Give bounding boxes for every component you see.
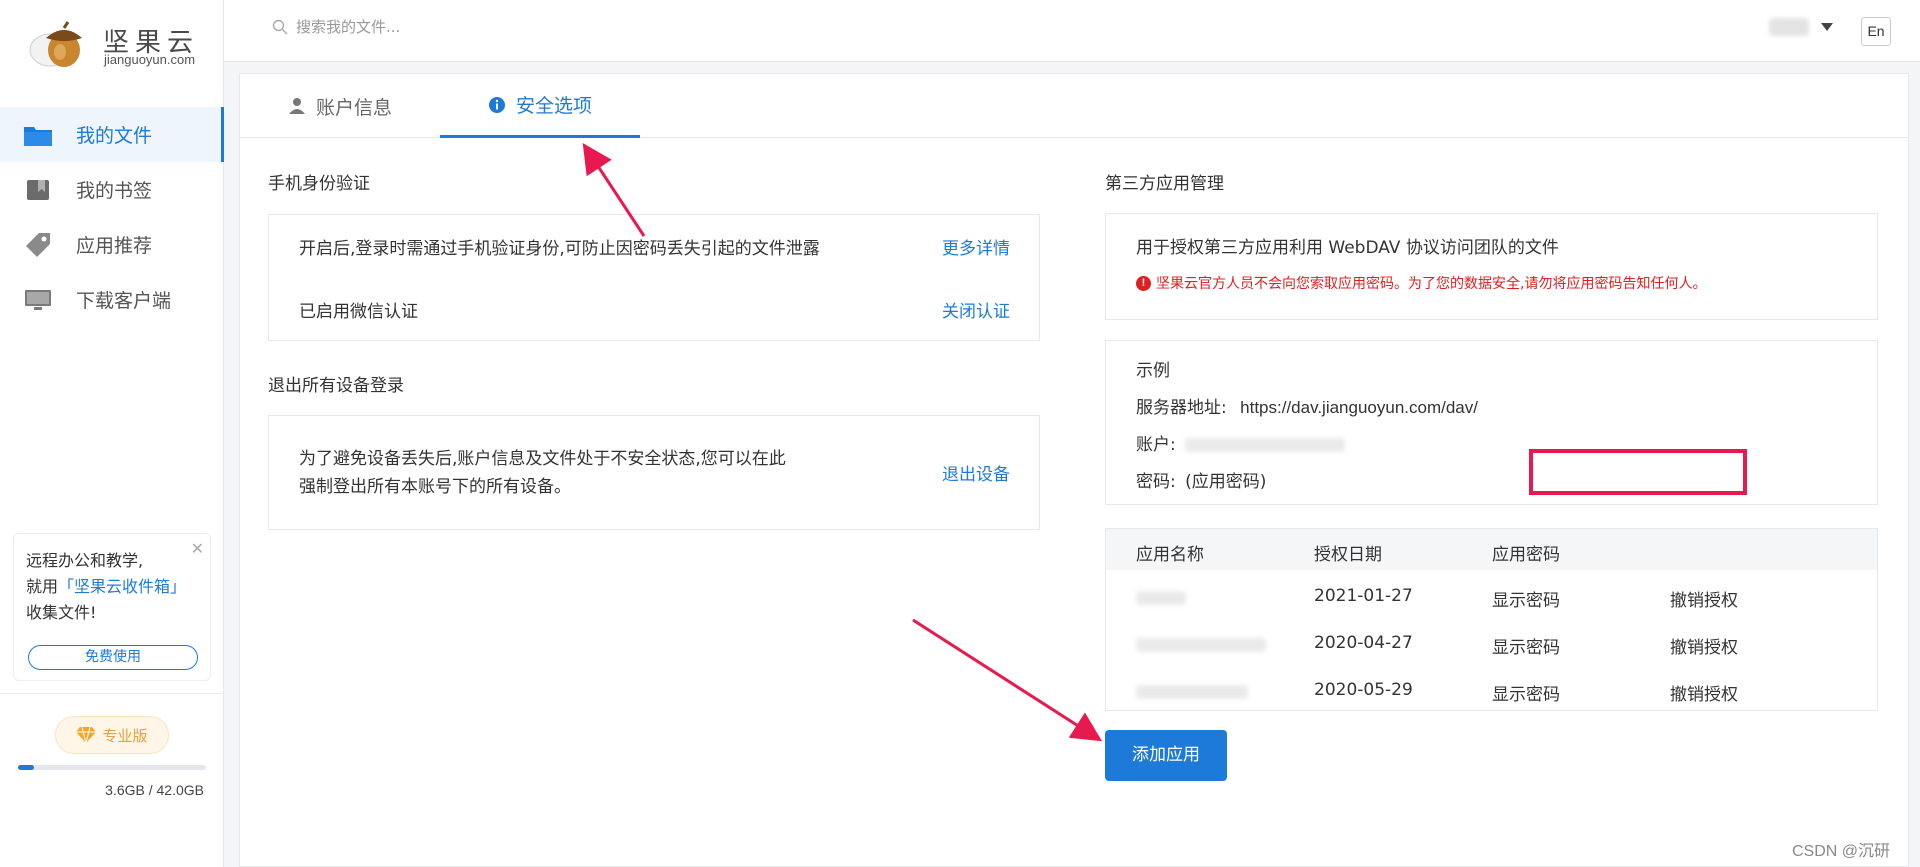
revoke-auth-link[interactable]: 撤销授权 <box>1670 680 1738 705</box>
phone-auth-box: 开启后,登录时需通过手机验证身份,可防止因密码丢失引起的文件泄露 更多详情 已启… <box>268 214 1040 341</box>
third-party-desc-box: 用于授权第三方应用利用 WebDAV 协议访问团队的文件 ! 坚果云官方人员不会… <box>1105 213 1878 320</box>
logo[interactable]: 坚果云 jianguoyun.com <box>28 18 208 74</box>
server-address-row: 服务器地址: https://dav.jianguoyun.com/dav/ <box>1136 398 1478 418</box>
third-party-title: 第三方应用管理 <box>1105 174 1224 194</box>
promo-line1: 远程办公和教学, <box>26 551 144 570</box>
password-row: 密码: (应用密码) <box>1136 472 1267 492</box>
sidebar-divider <box>0 693 224 694</box>
app-name-redacted <box>1136 685 1248 699</box>
user-icon <box>288 98 305 114</box>
security-warning: ! 坚果云官方人员不会向您索取应用密码。为了您的数据安全,请勿将应用密码告知任何… <box>1136 273 1706 293</box>
show-password-link[interactable]: 显示密码 <box>1492 586 1560 611</box>
brand-domain: jianguoyun.com <box>104 52 196 67</box>
account-row: 账户: <box>1136 430 1346 455</box>
monitor-icon <box>24 288 52 312</box>
phone-auth-desc: 开启后,登录时需通过手机验证身份,可防止因密码丢失引起的文件泄露 <box>299 239 820 259</box>
promo-highlight-link[interactable]: 「坚果云收件箱」 <box>58 577 186 596</box>
header-auth-date: 授权日期 <box>1314 545 1382 565</box>
tab-label: 安全选项 <box>515 95 592 117</box>
tab-account-info[interactable]: 账户信息 <box>240 74 440 138</box>
bookmark-icon <box>24 178 52 202</box>
app-name-redacted <box>1136 638 1266 652</box>
diamond-icon <box>76 726 97 744</box>
revoke-auth-link[interactable]: 撤销授权 <box>1670 586 1738 611</box>
topbar: En <box>224 0 1920 62</box>
search-box <box>272 18 696 36</box>
auth-date: 2020-04-27 <box>1314 633 1413 653</box>
sidebar-item-label: 我的文件 <box>76 125 153 147</box>
search-input[interactable] <box>296 18 696 36</box>
auth-date: 2021-01-27 <box>1314 586 1413 606</box>
tab-bar: 账户信息 安全选项 <box>240 74 1908 138</box>
logout-all-title: 退出所有设备登录 <box>268 376 404 396</box>
plan-badge[interactable]: 专业版 <box>55 716 169 754</box>
authorized-apps-table: 应用名称 授权日期 应用密码 2021-01-27 显示密码 撤销授权 2020… <box>1105 528 1878 711</box>
sidebar-nav: 我的文件 我的书签 应用推荐 下载客户端 <box>0 107 224 327</box>
server-url: https://dav.jianguoyun.com/dav/ <box>1240 398 1478 417</box>
show-password-link[interactable]: 显示密码 <box>1492 633 1560 658</box>
avatar <box>1769 18 1809 36</box>
header-app-name: 应用名称 <box>1136 545 1204 565</box>
app-name-redacted <box>1136 591 1186 605</box>
third-party-desc: 用于授权第三方应用利用 WebDAV 协议访问团队的文件 <box>1136 238 1559 258</box>
tab-label: 账户信息 <box>315 96 392 119</box>
tab-security-options[interactable]: 安全选项 <box>440 74 640 138</box>
more-details-link[interactable]: 更多详情 <box>942 234 1010 259</box>
free-trial-button[interactable]: 免费使用 <box>28 645 198 670</box>
show-password-link[interactable]: 显示密码 <box>1492 680 1560 705</box>
sidebar-item-bookmarks[interactable]: 我的书签 <box>0 162 224 217</box>
sidebar: 坚果云 jianguoyun.com 我的文件 我的书签 应用推荐 下载客户端 … <box>0 0 224 867</box>
sidebar-item-label: 下载客户端 <box>76 290 172 312</box>
tag-icon <box>24 232 52 257</box>
promo-line2: 就用「坚果云收件箱」 <box>26 577 187 596</box>
folder-icon <box>24 123 52 147</box>
add-app-button[interactable]: 添加应用 <box>1105 730 1227 781</box>
chevron-down-icon <box>1821 23 1833 31</box>
sidebar-item-download-client[interactable]: 下载客户端 <box>0 272 224 327</box>
example-box: 示例 服务器地址: https://dav.jianguoyun.com/dav… <box>1105 340 1878 505</box>
quota-progress-bar <box>18 765 206 770</box>
sidebar-item-label: 我的书签 <box>76 180 153 202</box>
close-icon[interactable]: ✕ <box>191 536 204 562</box>
sidebar-item-app-recommend[interactable]: 应用推荐 <box>0 217 224 272</box>
plan-label: 专业版 <box>102 726 148 745</box>
main-panel: 账户信息 安全选项 手机身份验证 开启后,登录时需通过手机验证身份,可防止因密码… <box>239 73 1909 867</box>
disable-auth-link[interactable]: 关闭认证 <box>942 297 1010 322</box>
user-menu[interactable] <box>1769 18 1833 36</box>
search-icon <box>272 19 288 35</box>
watermark: CSDN @沉研 <box>1792 843 1891 860</box>
annotation-highlight-box <box>1529 449 1747 495</box>
quota-progress-fill <box>18 765 35 770</box>
alert-icon: ! <box>1136 275 1151 291</box>
revoke-auth-link[interactable]: 撤销授权 <box>1670 633 1738 658</box>
logout-all-box: 为了避免设备丢失后,账户信息及文件处于不安全状态,您可以在此 强制登出所有本账号… <box>268 415 1040 530</box>
phone-auth-title: 手机身份验证 <box>268 174 370 194</box>
acorn-logo-icon <box>29 21 82 67</box>
auth-date: 2020-05-29 <box>1314 680 1413 700</box>
language-toggle-button[interactable]: En <box>1861 17 1891 46</box>
info-icon <box>488 96 505 113</box>
sidebar-item-label: 应用推荐 <box>76 235 153 257</box>
example-title: 示例 <box>1136 361 1170 381</box>
promo-line3: 收集文件! <box>26 603 97 622</box>
quota-text: 3.6GB / 42.0GB <box>105 782 204 798</box>
phone-auth-status: 已启用微信认证 <box>299 302 418 322</box>
table-header: 应用名称 授权日期 应用密码 <box>1106 529 1877 570</box>
header-app-password: 应用密码 <box>1492 545 1560 565</box>
logout-all-desc: 为了避免设备丢失后,账户信息及文件处于不安全状态,您可以在此 强制登出所有本账号… <box>299 449 786 497</box>
account-value-redacted <box>1185 438 1346 452</box>
promo-card: ✕ 远程办公和教学, 就用「坚果云收件箱」 收集文件! 免费使用 <box>13 533 211 681</box>
sidebar-item-my-files[interactable]: 我的文件 <box>0 107 224 162</box>
logout-devices-link[interactable]: 退出设备 <box>942 460 1010 485</box>
